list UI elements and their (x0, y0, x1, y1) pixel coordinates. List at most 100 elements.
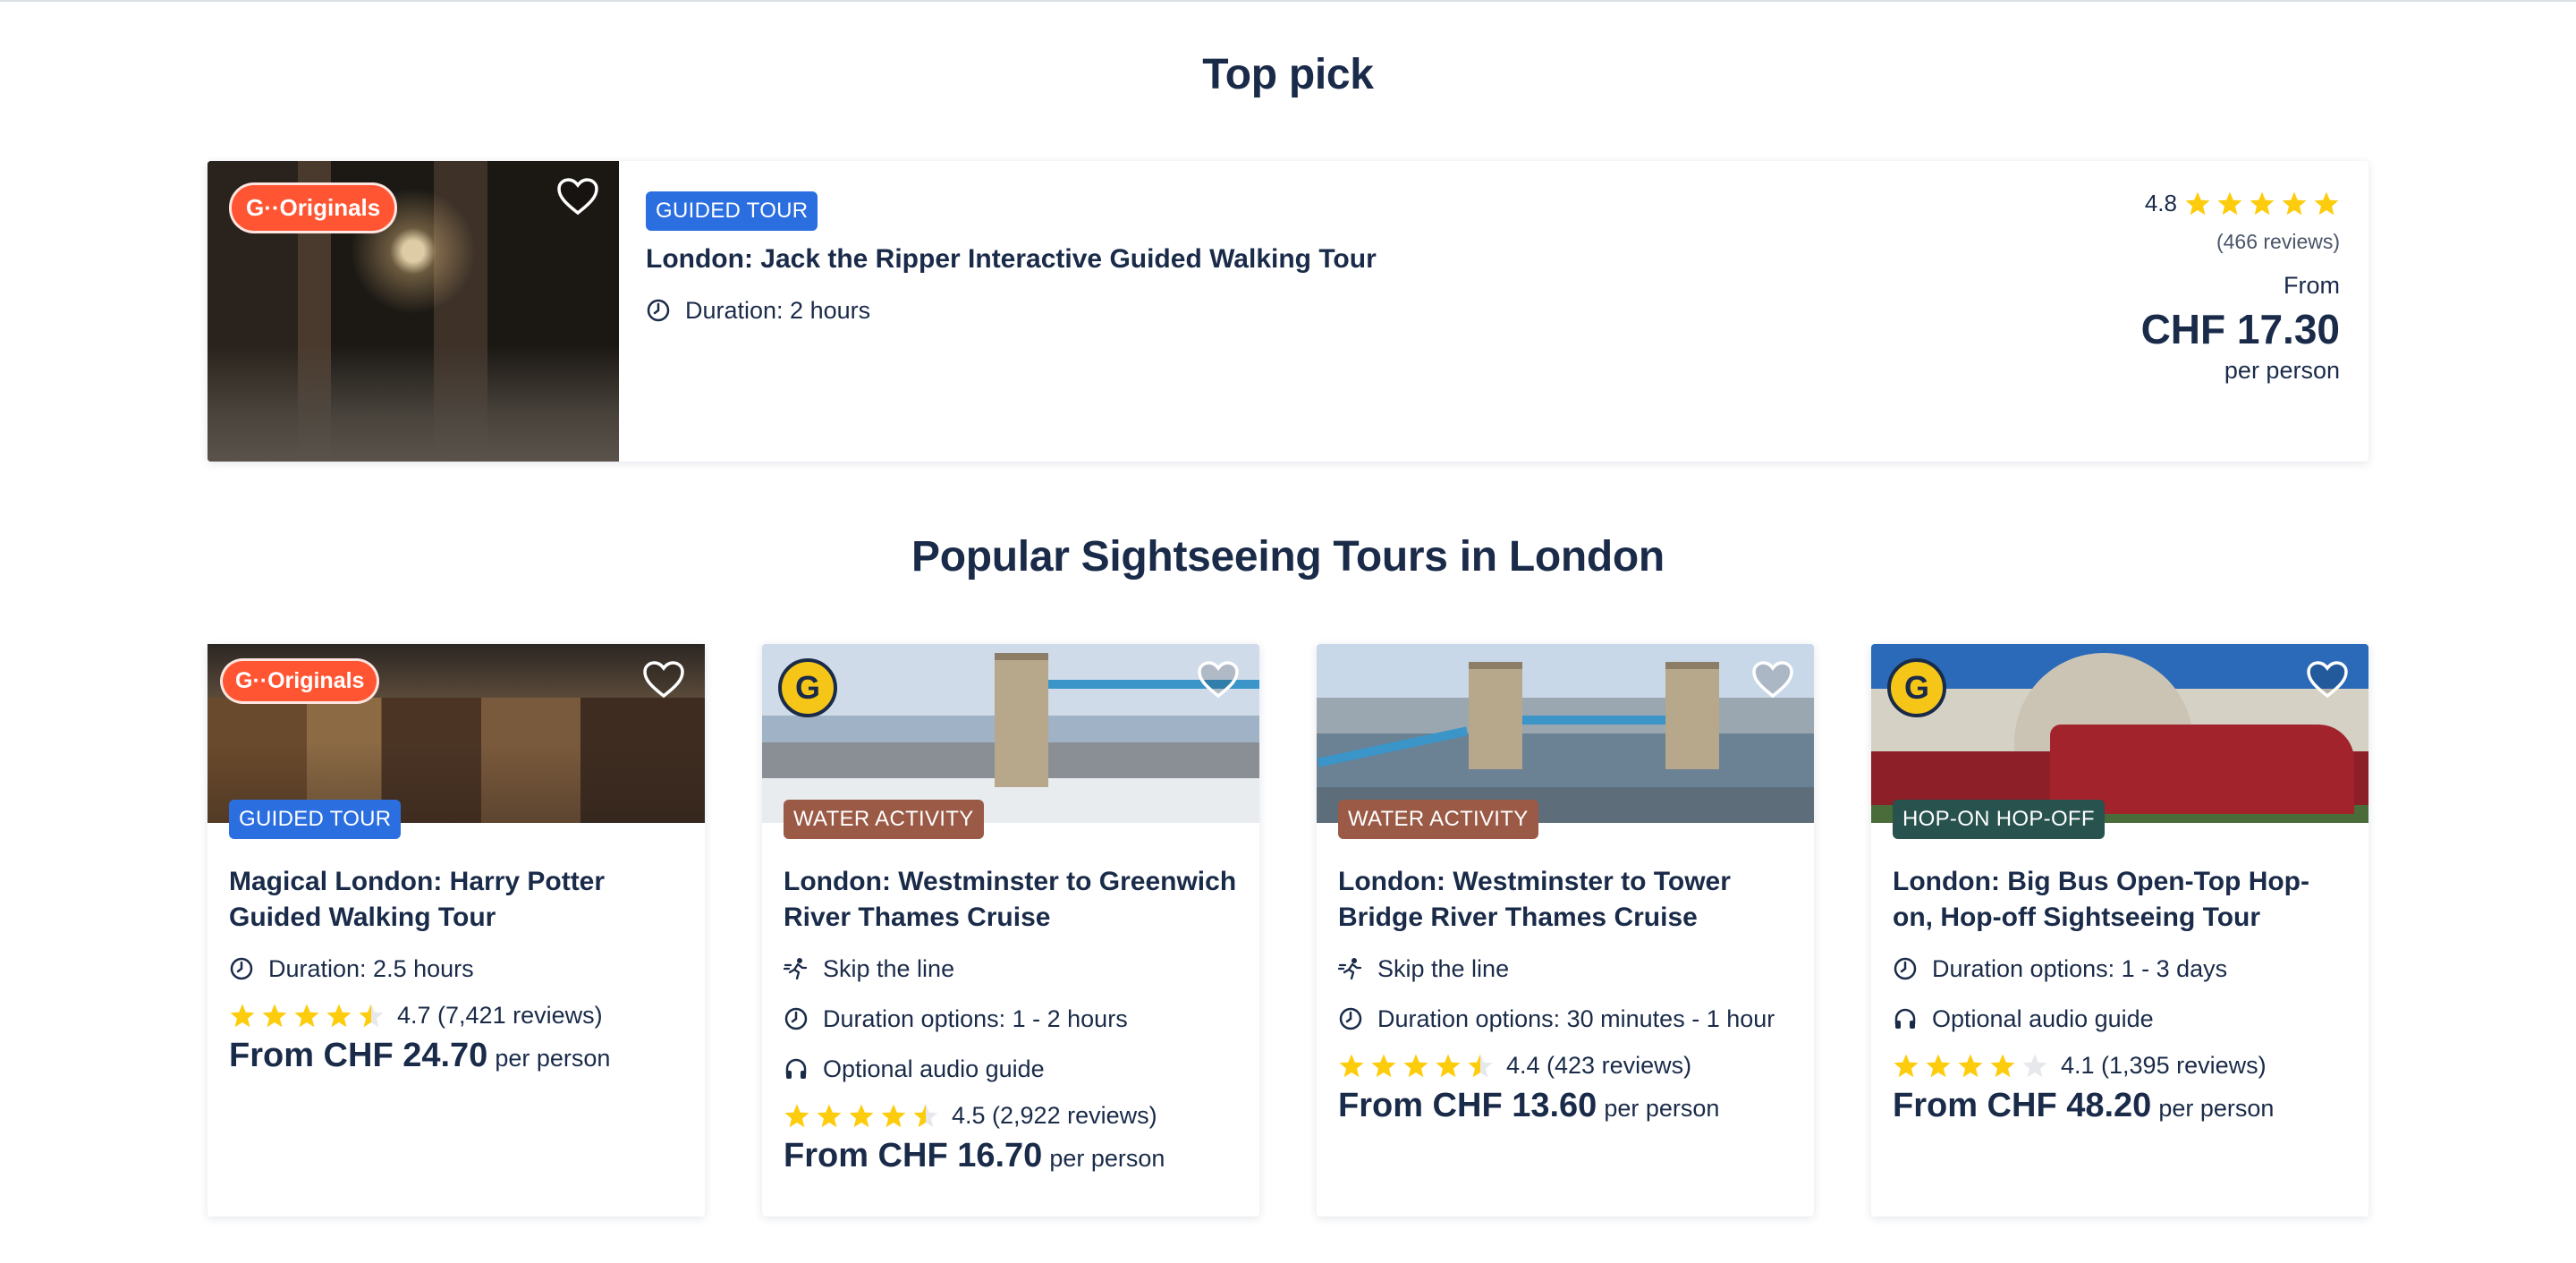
feature-text: Duration options: 1 - 3 days (1932, 954, 2228, 982)
star-icon (2185, 191, 2210, 215)
star-icon (1339, 1054, 1364, 1077)
heart-icon[interactable] (1751, 660, 1794, 699)
rating-text: 4.1 (1,395 reviews) (2061, 1052, 2267, 1079)
tour-image[interactable]: G··Originals (208, 161, 619, 462)
rating: 4.1 (1,395 reviews) (1893, 1052, 2347, 1080)
skip-line-feature: Skip the line (1338, 952, 1792, 986)
getyourguide-badge: G (778, 658, 837, 717)
clock-icon (230, 957, 253, 980)
star-icon (1371, 1054, 1396, 1077)
audio-guide-feature: Optional audio guide (784, 1052, 1238, 1086)
per-person-label: per person (1049, 1145, 1165, 1172)
skip-line-feature: Skip the line (784, 952, 1238, 986)
per-person-label: per person (495, 1045, 611, 1072)
rating-stars (1893, 1053, 2048, 1080)
star-icon (2022, 1054, 2047, 1077)
tour-title[interactable]: London: Jack the Ripper Interactive Guid… (646, 242, 2368, 277)
star-icon (294, 1004, 319, 1027)
feature-text: Skip the line (1377, 954, 1510, 982)
skip-line-icon (784, 958, 808, 980)
tour-title[interactable]: Magical London: Harry Potter Guided Walk… (229, 864, 683, 936)
star-icon (359, 1004, 384, 1027)
tower-shape (1469, 662, 1522, 769)
rating-text: 4.4 (423 reviews) (1506, 1052, 1692, 1079)
duration-feature: Duration: 2.5 hours (229, 952, 683, 986)
rating: 4.8 (2141, 190, 2340, 217)
heart-icon[interactable] (556, 177, 599, 216)
tour-title[interactable]: London: Westminster to Greenwich River T… (784, 864, 1238, 936)
star-icon (230, 1004, 255, 1027)
rating: 4.7 (7,421 reviews) (229, 1002, 683, 1030)
per-person-label: per person (2158, 1095, 2275, 1122)
heart-icon[interactable] (1197, 660, 1240, 699)
rating: 4.5 (2,922 reviews) (784, 1102, 1238, 1130)
star-icon (849, 1104, 874, 1127)
duration-feature: Duration options: 1 - 3 days (1893, 952, 2347, 986)
bridge-shape (1522, 716, 1665, 725)
tour-image[interactable]: G (762, 644, 1259, 823)
tower-shape (995, 653, 1048, 787)
star-icon (1926, 1054, 1951, 1077)
heart-icon[interactable] (2306, 660, 2349, 699)
bridge-shape (1317, 726, 1469, 767)
skip-line-icon (1338, 958, 1362, 980)
feature-text: Optional audio guide (1932, 1004, 2154, 1032)
tower-shape (1665, 662, 1719, 769)
tour-card[interactable]: G HOP-ON HOP-OFF London: Big Bus Open-To… (1871, 644, 2368, 1216)
tour-title[interactable]: London: Westminster to Tower Bridge Rive… (1338, 864, 1792, 936)
star-icon (1990, 1054, 2015, 1077)
top-pick-card[interactable]: G··Originals GUIDED TOUR London: Jack th… (208, 161, 2368, 462)
star-icon (2250, 191, 2275, 215)
category-badge: WATER ACTIVITY (784, 800, 984, 839)
feature-text: Duration options: 30 minutes - 1 hour (1377, 1004, 1775, 1032)
price-line: From CHF 48.20 per person (1893, 1087, 2347, 1125)
from-label: From (2284, 272, 2340, 299)
per-person-label: per person (2224, 357, 2340, 384)
star-icon (913, 1104, 938, 1127)
price-line: From CHF 13.60 per person (1338, 1087, 1792, 1125)
price: From CHF 48.20 (1893, 1087, 2152, 1124)
star-icon (262, 1004, 287, 1027)
tour-image[interactable]: G (1871, 644, 2368, 823)
rating: 4.4 (423 reviews) (1338, 1052, 1792, 1080)
star-icon (881, 1104, 906, 1127)
rating-stars (229, 1003, 385, 1030)
price-line: From CHF 24.70 per person (229, 1037, 683, 1075)
headphones-icon (785, 1058, 807, 1079)
price: From CHF 13.60 (1338, 1087, 1597, 1124)
feature-text: Duration: 2.5 hours (268, 954, 474, 982)
heart-icon[interactable] (642, 660, 685, 699)
popular-tours-heading: Popular Sightseeing Tours in London (911, 533, 1665, 581)
rating-stars (784, 1103, 939, 1130)
star-icon (1958, 1054, 1983, 1077)
star-icon (784, 1104, 809, 1127)
category-badge: GUIDED TOUR (646, 191, 818, 231)
star-icon (1436, 1054, 1461, 1077)
review-count: (466 reviews) (2216, 230, 2340, 253)
star-icon (2282, 191, 2307, 215)
originals-badge: G··Originals (220, 658, 380, 704)
price-column: 4.8 (466 reviews) From CHF 17.30 per per… (2141, 190, 2340, 385)
rating-stars (2184, 191, 2340, 217)
feature-text: Skip the line (823, 954, 955, 982)
category-badge: WATER ACTIVITY (1338, 800, 1538, 839)
top-pick-heading: Top pick (1202, 51, 1374, 98)
badge-letter: G (794, 669, 820, 706)
clock-icon (1339, 1007, 1362, 1030)
duration-feature: Duration options: 1 - 2 hours (784, 1002, 1238, 1036)
tour-card[interactable]: G··Originals GUIDED TOUR Magical London:… (208, 644, 705, 1216)
getyourguide-badge: G (1887, 658, 1946, 717)
duration-feature: Duration: 2 hours (646, 293, 2368, 327)
originals-badge: G··Originals (229, 182, 398, 233)
rating-text: 4.5 (2,922 reviews) (952, 1102, 1157, 1129)
star-icon (1403, 1054, 1428, 1077)
tour-image[interactable]: G··Originals (208, 644, 705, 823)
tour-image[interactable] (1317, 644, 1814, 823)
tour-title[interactable]: London: Big Bus Open-Top Hop-on, Hop-off… (1893, 864, 2347, 936)
tour-card[interactable]: G WATER ACTIVITY London: Westminster to … (762, 644, 1259, 1216)
feature-text: Duration options: 1 - 2 hours (823, 1004, 1128, 1032)
tour-card[interactable]: WATER ACTIVITY London: Westminster to To… (1317, 644, 1814, 1216)
price: From CHF 16.70 (784, 1137, 1043, 1174)
clock-icon (647, 299, 670, 322)
feature-text: Optional audio guide (823, 1055, 1045, 1082)
